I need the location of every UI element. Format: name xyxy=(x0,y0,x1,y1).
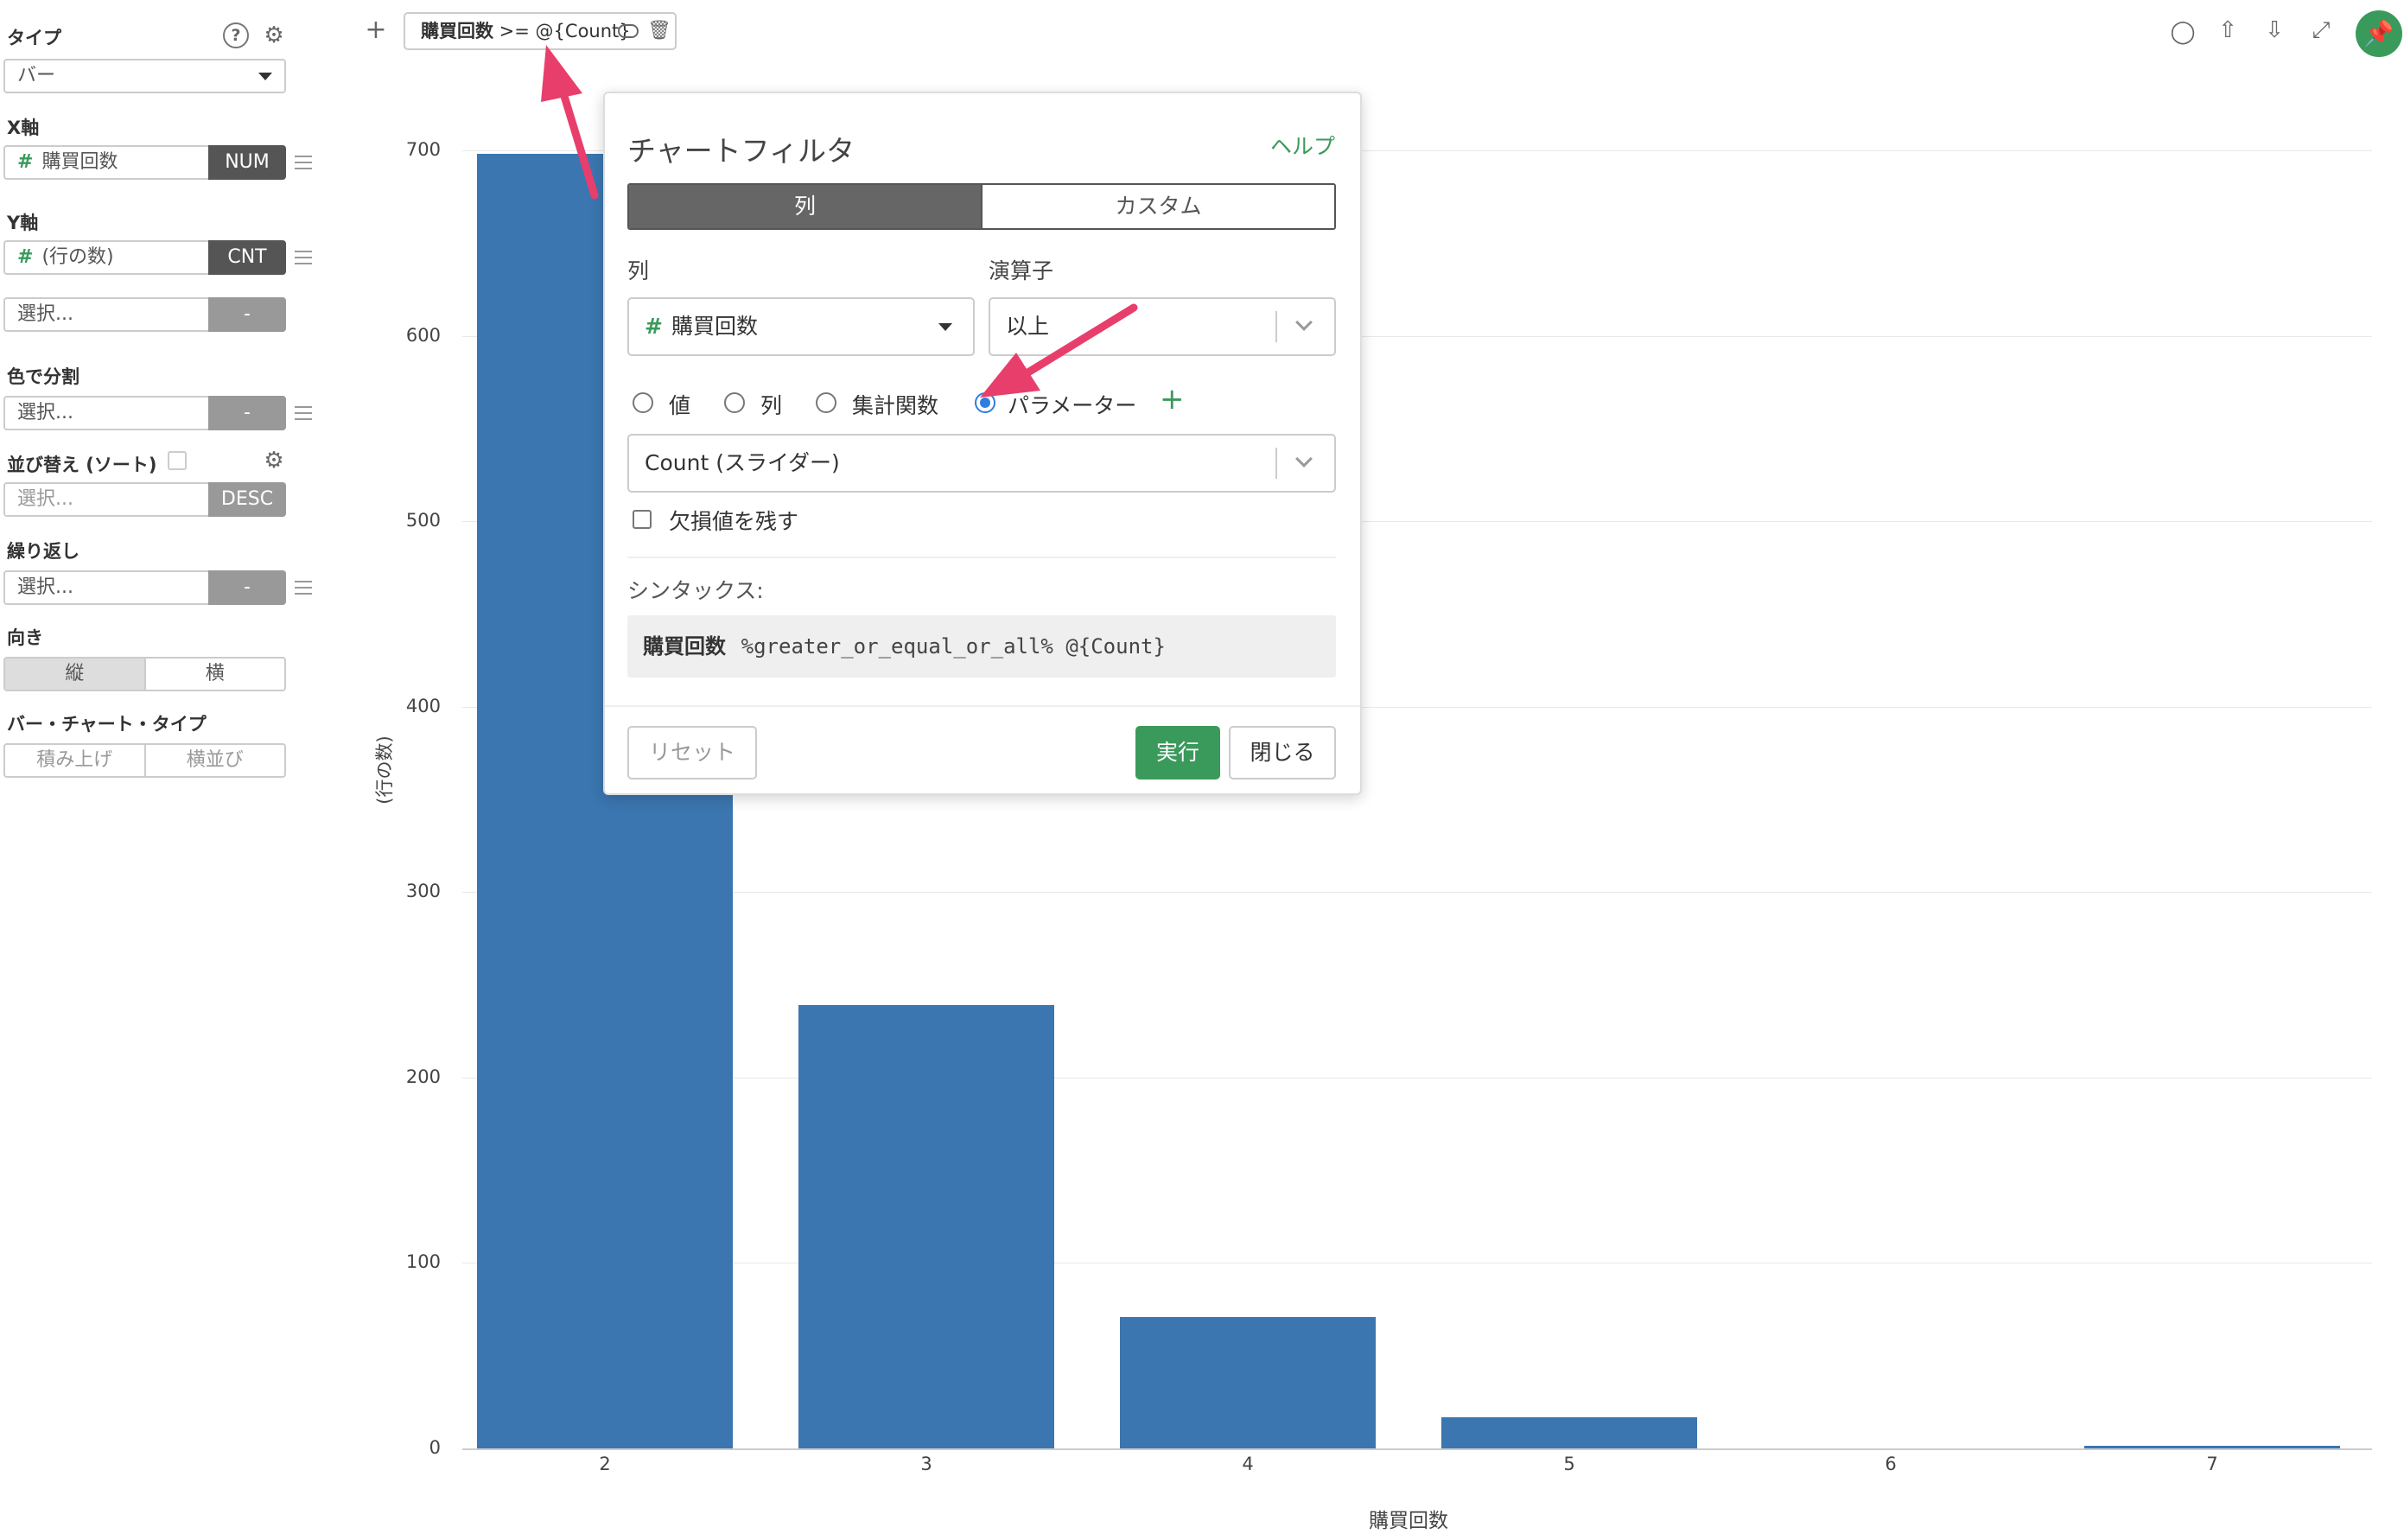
annotation-arrow-parameter xyxy=(980,303,1138,398)
annotation-arrows xyxy=(541,45,1138,398)
annotation-arrow-filter-chip xyxy=(541,45,599,200)
app-root: { "sidebar": { "type_label": "タイプ", "typ… xyxy=(0,0,2404,1540)
